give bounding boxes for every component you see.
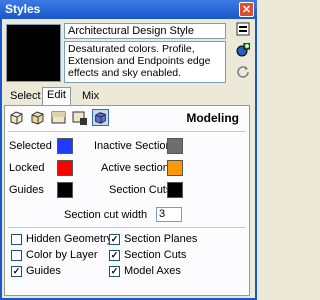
guides-checkbox-label: Guides: [26, 265, 61, 277]
active-section-label: Active section: [101, 162, 169, 174]
model-axes-label: Model Axes: [124, 265, 181, 277]
section-title: Modeling: [186, 111, 239, 125]
style-description-field[interactable]: Desaturated colors. Profile, Extension a…: [64, 41, 226, 83]
locked-color-swatch[interactable]: [57, 160, 73, 176]
divider: [8, 131, 246, 132]
watermark-settings-icon[interactable]: [71, 109, 88, 126]
close-button[interactable]: ✕: [239, 2, 254, 17]
create-new-style-icon[interactable]: [236, 43, 250, 57]
background-settings-icon[interactable]: [50, 109, 67, 126]
section-cut-width-input[interactable]: 3: [156, 207, 182, 222]
details-toggle-icon[interactable]: [236, 22, 250, 36]
modeling-settings-icon[interactable]: [92, 109, 109, 126]
hidden-geometry-label: Hidden Geometry: [26, 233, 113, 245]
section-cuts-checkbox-label: Section Cuts: [124, 249, 187, 261]
section-cut-width-label: Section cut width: [64, 209, 148, 221]
inactive-section-color-swatch[interactable]: [167, 138, 183, 154]
hidden-geometry-checkbox[interactable]: [11, 234, 22, 245]
active-section-color-swatch[interactable]: [167, 160, 183, 176]
color-by-layer-label: Color by Layer: [26, 249, 98, 261]
tab-strip: Select Edit Mix: [4, 87, 250, 105]
selected-color-swatch[interactable]: [57, 138, 73, 154]
guides-label: Guides: [9, 184, 44, 196]
section-planes-checkbox[interactable]: ✓: [109, 234, 120, 245]
style-thumbnail: [6, 24, 61, 82]
section-cuts-checkbox[interactable]: ✓: [109, 250, 120, 261]
divider: [8, 227, 246, 228]
selected-label: Selected: [9, 140, 52, 152]
guides-checkbox[interactable]: ✓: [11, 266, 22, 277]
section-planes-label: Section Planes: [124, 233, 198, 245]
update-style-icon[interactable]: [236, 64, 250, 78]
guides-color-swatch[interactable]: [57, 182, 73, 198]
title-bar: Styles ✕: [0, 0, 257, 19]
edge-settings-icon[interactable]: [8, 109, 25, 126]
locked-label: Locked: [9, 162, 45, 174]
section-cuts-color-swatch[interactable]: [167, 182, 183, 198]
window-title: Styles: [5, 2, 41, 16]
face-settings-icon[interactable]: [29, 109, 46, 126]
model-axes-checkbox[interactable]: ✓: [109, 266, 120, 277]
section-cuts-label: Section Cuts: [109, 184, 172, 196]
tab-select[interactable]: Select: [6, 89, 45, 104]
tab-mix[interactable]: Mix: [78, 89, 103, 104]
inactive-section-label: Inactive Section: [94, 140, 172, 152]
tab-edit[interactable]: Edit: [42, 87, 71, 105]
style-name-field[interactable]: Architectural Design Style: [64, 23, 226, 39]
color-by-layer-checkbox[interactable]: [11, 250, 22, 261]
